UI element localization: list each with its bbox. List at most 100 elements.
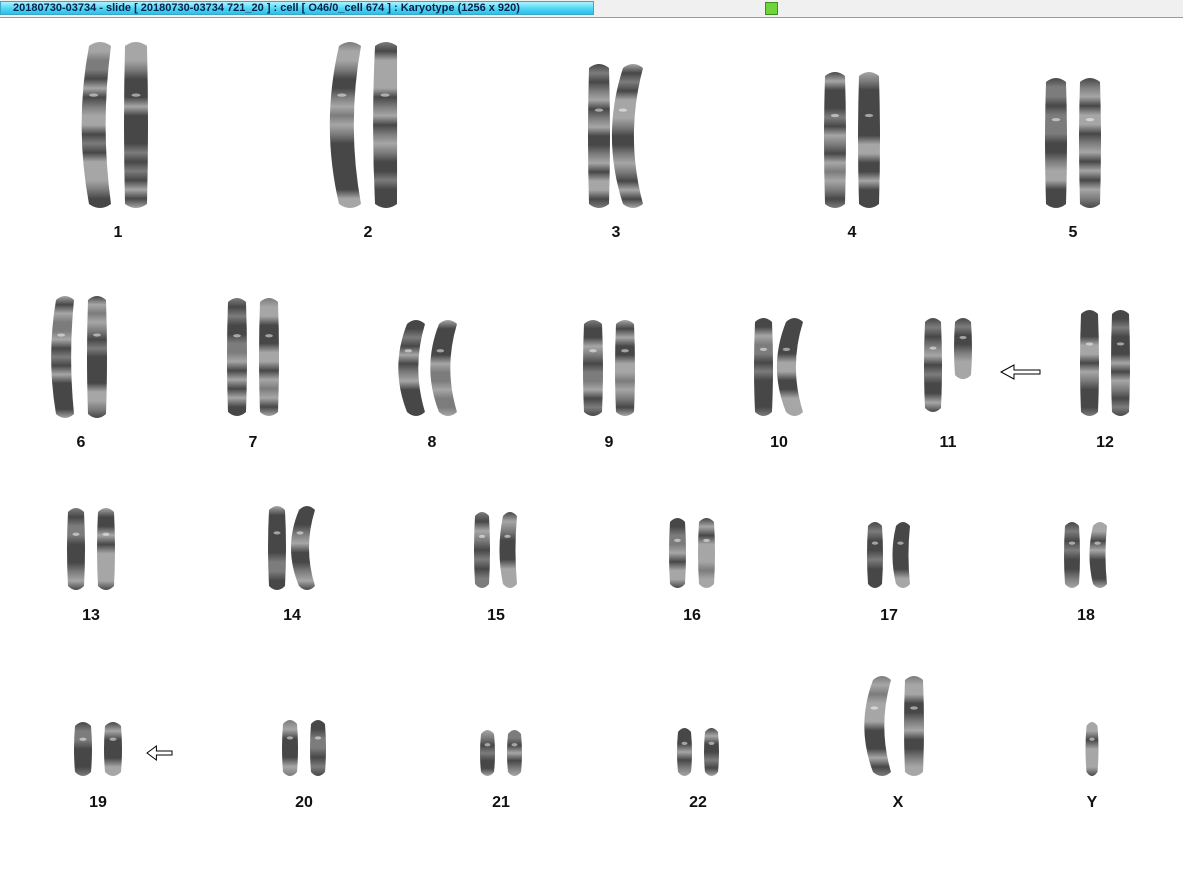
chromosome-pair-20[interactable]	[266, 714, 342, 782]
chromosome-homolog[interactable]	[97, 508, 115, 590]
chromosome-label-13: 13	[82, 607, 100, 624]
chromosome-label-21: 21	[492, 794, 510, 811]
chromosome-label-6: 6	[76, 434, 86, 451]
chromosome-homolog[interactable]	[507, 730, 522, 776]
chromosome-pair-14[interactable]	[252, 500, 332, 596]
chromosome-label-14: 14	[283, 607, 301, 624]
chromosome-homolog[interactable]	[611, 64, 643, 208]
chromosome-homolog[interactable]	[954, 318, 972, 380]
chromosome-homolog[interactable]	[904, 676, 924, 776]
chromosome-label-19: 19	[89, 794, 107, 811]
chromosome-homolog[interactable]	[704, 728, 719, 776]
chromosome-homolog[interactable]	[329, 42, 361, 208]
chromosome-homolog[interactable]	[1079, 78, 1101, 208]
chromosome-pair-21[interactable]	[464, 724, 538, 782]
chromosome-homolog[interactable]	[227, 298, 247, 416]
chromosome-label-15: 15	[487, 607, 505, 624]
chromosome-homolog[interactable]	[373, 42, 398, 208]
chromosome-label-1: 1	[113, 224, 123, 241]
chromosome-homolog[interactable]	[824, 72, 846, 208]
chromosome-homolog[interactable]	[1111, 310, 1130, 416]
chromosome-pair-5[interactable]	[1029, 72, 1117, 214]
chromosome-label-9: 9	[604, 434, 614, 451]
chromosome-label-18: 18	[1077, 607, 1095, 624]
chromosome-homolog[interactable]	[698, 518, 715, 588]
chromosome-homolog[interactable]	[1045, 78, 1067, 208]
chromosome-image	[480, 730, 522, 776]
chromosome-pair-19[interactable]	[58, 716, 138, 782]
chromosome-label-X: X	[892, 794, 904, 811]
chromosome-pair-13[interactable]	[51, 502, 131, 596]
chromosome-homolog[interactable]	[259, 298, 279, 416]
chromosome-homolog[interactable]	[74, 722, 92, 776]
chromosome-pair-8[interactable]	[390, 314, 474, 422]
chromosome-homolog[interactable]	[67, 508, 85, 590]
chromosome-label-12: 12	[1096, 434, 1114, 451]
chromosome-homolog[interactable]	[1080, 310, 1099, 416]
chromosome-image	[824, 72, 880, 208]
chromosome-image	[867, 522, 910, 588]
chromosome-homolog[interactable]	[310, 720, 326, 776]
chromosome-homolog[interactable]	[430, 320, 457, 416]
chromosome-homolog[interactable]	[51, 296, 74, 418]
chromosome-homolog[interactable]	[776, 318, 803, 416]
chromosome-pair-17[interactable]	[851, 516, 927, 594]
chromosome-homolog[interactable]	[588, 64, 610, 208]
chromosome-homolog[interactable]	[480, 730, 495, 776]
chromosome-homolog[interactable]	[398, 320, 425, 416]
chromosome-pair-12[interactable]	[1064, 304, 1146, 422]
chromosome-homolog[interactable]	[282, 720, 298, 776]
chromosome-pair-10[interactable]	[738, 312, 820, 422]
chromosome-pair-9[interactable]	[567, 314, 651, 422]
chromosome-homolog[interactable]	[268, 506, 286, 590]
chromosome-label-2: 2	[363, 224, 373, 241]
title-bar: 20180730-03734 - slide [ 20180730-03734 …	[0, 0, 1183, 18]
chromosome-label-8: 8	[427, 434, 437, 451]
chromosome-pair-22[interactable]	[661, 722, 735, 782]
chromosome-homolog[interactable]	[754, 318, 773, 416]
chromosome-pair-7[interactable]	[211, 292, 295, 422]
chromosome-image	[81, 42, 148, 208]
chromosome-image	[398, 320, 457, 416]
chromosome-image	[282, 720, 326, 776]
chromosome-homolog[interactable]	[1085, 722, 1099, 776]
chromosome-pair-4[interactable]	[808, 66, 896, 214]
chromosome-homolog[interactable]	[499, 512, 517, 588]
chromosome-homolog[interactable]	[87, 296, 107, 418]
chromosome-homolog[interactable]	[583, 320, 603, 416]
chromosome-pair-16[interactable]	[653, 512, 731, 594]
chromosome-homolog[interactable]	[104, 722, 122, 776]
chromosome-homolog[interactable]	[858, 72, 880, 208]
chromosome-label-3: 3	[611, 224, 621, 241]
chromosome-homolog[interactable]	[864, 676, 891, 776]
chromosome-homolog[interactable]	[867, 522, 883, 588]
chromosome-image	[583, 320, 635, 416]
chromosome-pair-15[interactable]	[458, 506, 534, 594]
chromosome-image	[754, 318, 803, 416]
chromosome-homolog[interactable]	[677, 728, 692, 776]
chromosome-pair-3[interactable]	[572, 58, 660, 214]
chromosome-image	[1080, 310, 1130, 416]
chromosome-homolog[interactable]	[124, 42, 148, 208]
chromosome-label-20: 20	[295, 794, 313, 811]
arrow-left-icon	[1000, 364, 1041, 380]
chromosome-pair-Y[interactable]	[1057, 716, 1127, 782]
chromosome-homolog[interactable]	[924, 318, 942, 412]
chromosome-image	[669, 518, 715, 588]
chromosome-label-11: 11	[939, 434, 957, 451]
chromosome-homolog[interactable]	[1064, 522, 1080, 588]
chromosome-pair-18[interactable]	[1048, 516, 1124, 594]
window-title-tab[interactable]: 20180730-03734 - slide [ 20180730-03734 …	[0, 1, 594, 15]
chromosome-pair-2[interactable]	[322, 36, 414, 214]
chromosome-homolog[interactable]	[615, 320, 635, 416]
chromosome-homolog[interactable]	[892, 522, 910, 588]
chromosome-homolog[interactable]	[1089, 522, 1107, 588]
chromosome-pair-6[interactable]	[39, 290, 123, 424]
chromosome-pair-11[interactable]	[908, 312, 988, 418]
chromosome-pair-X[interactable]	[856, 670, 940, 782]
chromosome-homolog[interactable]	[474, 512, 490, 588]
chromosome-pair-1[interactable]	[72, 36, 164, 214]
chromosome-homolog[interactable]	[291, 506, 315, 590]
chromosome-homolog[interactable]	[81, 42, 111, 208]
chromosome-homolog[interactable]	[669, 518, 686, 588]
